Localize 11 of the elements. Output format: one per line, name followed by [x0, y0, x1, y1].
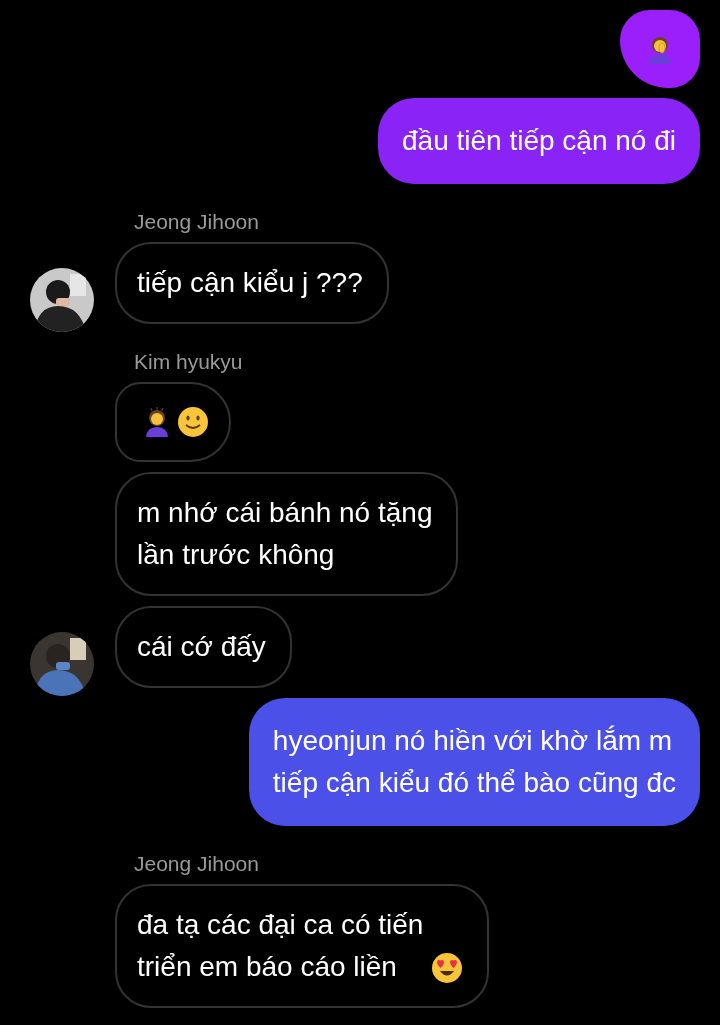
smiley-icon: [177, 406, 209, 438]
sender-name: Jeong Jihoon: [133, 210, 260, 234]
message-text: m nhớ cái bánh nó tặng lần trước không: [137, 497, 433, 570]
message-text: cái cớ đấy: [137, 631, 266, 662]
heart-eyes-icon: [431, 952, 464, 984]
message-text: đầu tiên tiếp cận nó đi: [402, 125, 676, 156]
message-text: tiếp cận kiểu j ???: [137, 267, 363, 298]
sender-name: Kim hyukyu: [133, 350, 244, 374]
sender-name: Jeong Jihoon: [133, 852, 260, 876]
message-text: hyeonjun nó hiền với khờ lắm m tiếp cận kiểu đó thể bào cũng đc: [272, 725, 676, 798]
message-text: đa tạ các đại ca có tiến triển em báo cáo liền: [137, 908, 424, 984]
